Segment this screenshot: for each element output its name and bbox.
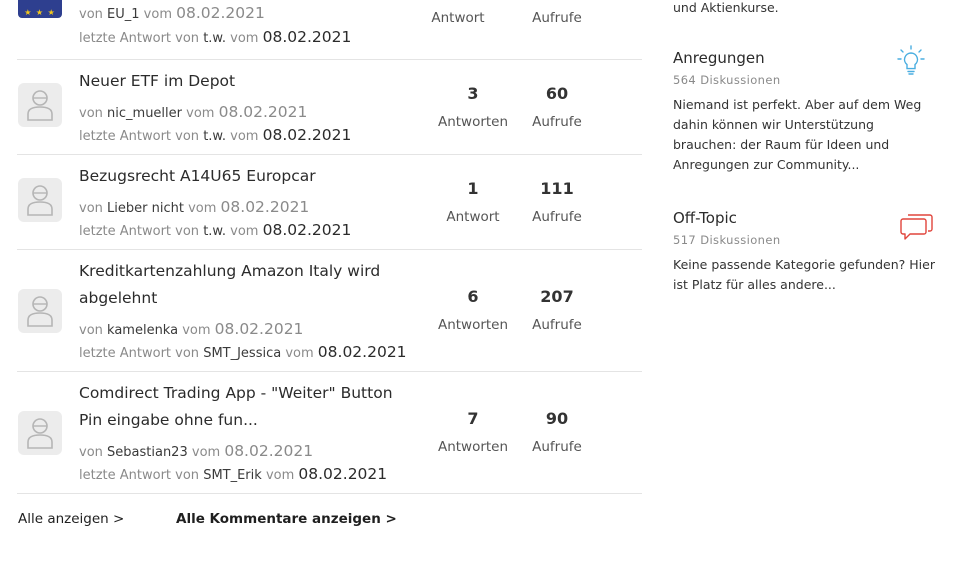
category-count: 517 Diskussionen: [673, 233, 781, 247]
thread-author-line: von kamelenka vom 08.02.2021: [79, 320, 304, 338]
replies-count: 3: [467, 84, 479, 103]
views-count: 60: [545, 84, 569, 103]
avatar: [18, 178, 62, 222]
thread-last-reply-line: letzte Antwort von SMT_Erik vom 08.02.20…: [79, 465, 388, 483]
user-placeholder-icon: [27, 418, 53, 449]
thread-title-link[interactable]: Comdirect Trading App - "Weiter" Button …: [79, 380, 414, 434]
show-all-link[interactable]: Alle anzeigen >: [18, 511, 124, 527]
author-link[interactable]: EU_1: [107, 7, 140, 22]
avatar: [18, 83, 62, 127]
views-label: Aufrufe: [532, 10, 582, 26]
views-stat: 111 Aufrufe: [512, 179, 602, 225]
views-label: Aufrufe: [532, 114, 582, 130]
views-stat: 27 Aufrufe: [512, 0, 602, 26]
category-description-partial: und Aktienkurse.: [673, 0, 779, 15]
views-label: Aufrufe: [532, 439, 582, 455]
views-stat: 90 Aufrufe: [512, 409, 602, 455]
thread-title-link[interactable]: Neuer ETF im Depot: [79, 68, 424, 95]
category-title[interactable]: Off-Topic: [673, 209, 938, 227]
user-placeholder-icon: [27, 185, 53, 216]
last-reply-user-link[interactable]: t.w.: [203, 224, 226, 239]
thread-author-line: von EU_1 vom 08.02.2021: [79, 4, 265, 22]
thread-row[interactable]: Kreditkartenzahlung Amazon Italy wird ab…: [17, 250, 642, 372]
views-count: 111: [540, 179, 574, 198]
thread-row[interactable]: Neuer ETF im Depot von nic_mueller vom 0…: [17, 60, 642, 155]
thread-author-line: von nic_mueller vom 08.02.2021: [79, 103, 308, 121]
last-reply-user-link[interactable]: SMT_Erik: [203, 468, 262, 483]
replies-label: Antworten: [437, 439, 509, 455]
author-link[interactable]: Lieber nicht: [107, 201, 184, 216]
thread-last-reply-line: letzte Antwort von SMT_Jessica vom 08.02…: [79, 343, 407, 361]
chat-bubbles-icon: [900, 214, 933, 240]
author-link[interactable]: kamelenka: [107, 323, 178, 338]
replies-stat: 3 Antworten: [428, 84, 518, 130]
avatar: [18, 289, 62, 333]
replies-label: Antwort: [446, 209, 500, 225]
last-reply-user-link[interactable]: t.w.: [203, 129, 226, 144]
views-label: Aufrufe: [532, 317, 582, 333]
views-stat: 207 Aufrufe: [512, 287, 602, 333]
replies-count: 1: [467, 179, 479, 198]
category-description: Niemand ist perfekt. Aber auf dem Weg da…: [673, 97, 922, 172]
last-reply-user-link[interactable]: SMT_Jessica: [203, 346, 281, 361]
thread-author-line: von Sebastian23 vom 08.02.2021: [79, 442, 314, 460]
last-reply-user-link[interactable]: t.w.: [203, 31, 226, 46]
avatar: [18, 411, 62, 455]
replies-count: 7: [467, 409, 479, 428]
thread-row[interactable]: ★ ★ ★ von EU_1 vom 08.02.2021 letzte Ant…: [17, 0, 642, 60]
replies-label: Antworten: [437, 317, 509, 333]
replies-count: 6: [467, 287, 479, 306]
user-placeholder-icon: [27, 296, 53, 327]
views-count: 207: [540, 287, 574, 306]
thread-last-reply-line: letzte Antwort von t.w. vom 08.02.2021: [79, 221, 352, 239]
replies-label: Antwort: [431, 10, 485, 26]
avatar: ★ ★ ★: [18, 0, 62, 18]
user-placeholder-icon: [27, 90, 53, 121]
show-all-comments-link[interactable]: Alle Kommentare anzeigen >: [176, 511, 397, 527]
thread-author-line: von Lieber nicht vom 08.02.2021: [79, 198, 310, 216]
replies-stat: 6 Antworten: [428, 287, 518, 333]
lightbulb-icon: [897, 45, 925, 75]
replies-stat: 1 Antwort: [428, 179, 518, 225]
replies-stat: 1 Antwort: [413, 0, 503, 26]
replies-stat: 7 Antworten: [428, 409, 518, 455]
author-link[interactable]: Sebastian23: [107, 445, 188, 460]
replies-label: Antworten: [437, 114, 509, 130]
thread-last-reply-line: letzte Antwort von t.w. vom 08.02.2021: [79, 28, 352, 46]
thread-title-link[interactable]: Kreditkartenzahlung Amazon Italy wird ab…: [79, 258, 409, 312]
author-link[interactable]: nic_mueller: [107, 106, 182, 121]
category-description: Keine passende Kategorie gefunden? Hier …: [673, 257, 935, 292]
category-off-topic[interactable]: Off-Topic 517 Diskussionen Keine passend…: [673, 209, 938, 295]
thread-row[interactable]: Bezugsrecht A14U65 Europcar von Lieber n…: [17, 155, 642, 250]
views-label: Aufrufe: [532, 209, 582, 225]
views-count: 90: [545, 409, 569, 428]
views-stat: 60 Aufrufe: [512, 84, 602, 130]
thread-row[interactable]: Comdirect Trading App - "Weiter" Button …: [17, 372, 642, 494]
thread-last-reply-line: letzte Antwort von t.w. vom 08.02.2021: [79, 126, 352, 144]
thread-title-link[interactable]: Bezugsrecht A14U65 Europcar: [79, 163, 424, 190]
